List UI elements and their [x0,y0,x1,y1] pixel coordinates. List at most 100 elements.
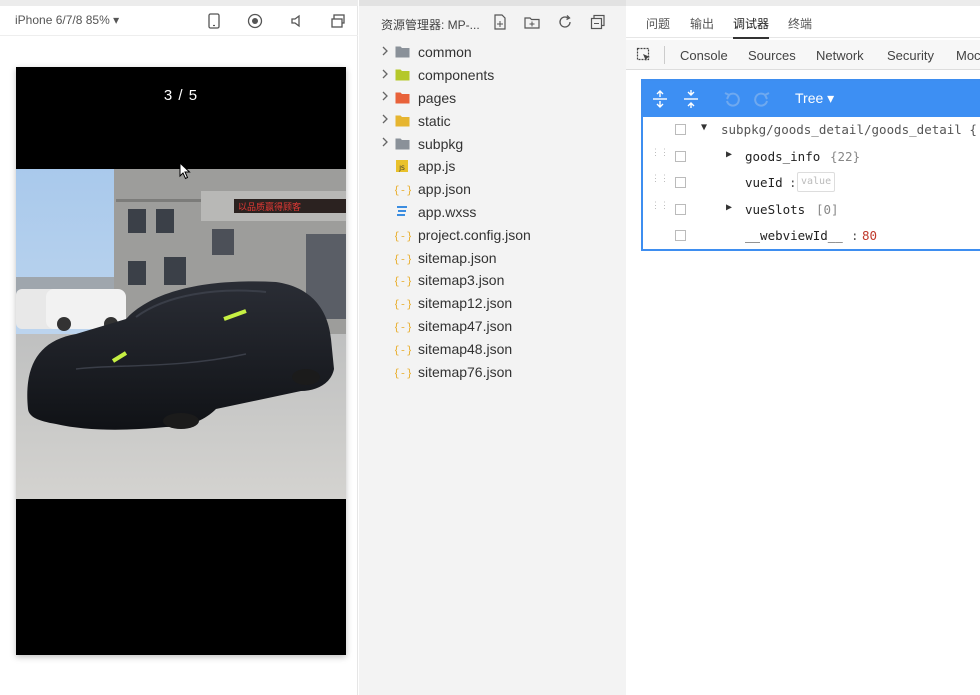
file-item[interactable]: {-} sitemap76.json [359,360,626,383]
json-file-icon: {-} [393,365,413,379]
appdata-row[interactable]: ⋮⋮ ▶ goods_info {22} [643,144,980,171]
mouse-cursor-icon [179,161,191,185]
file-item[interactable]: {-} sitemap3.json [359,269,626,292]
file-item[interactable]: {-} sitemap12.json [359,292,626,315]
json-file-icon: {-} [393,251,413,265]
tab-security[interactable]: Security [887,48,934,63]
tab-sources[interactable]: Sources [748,48,796,63]
file-item[interactable]: JS app.js [359,155,626,178]
appdata-row[interactable]: ⋮⋮ ▶ vueSlots [0] [643,197,980,224]
file-item[interactable]: {-} app.json [359,178,626,201]
tab-problems[interactable]: 问题 [646,15,670,32]
phone-icon[interactable] [205,12,223,30]
row-checkbox[interactable] [675,230,686,241]
tab-terminal[interactable]: 终端 [788,15,812,32]
file-tree: common components pages static subpkg JS app.j… [359,41,626,383]
view-mode-select[interactable]: Tree ▾ [795,90,834,107]
folder-icon [395,45,411,59]
collapse-all-icon[interactable] [682,89,700,109]
svg-text:{-}: {-} [395,320,411,333]
folder-item[interactable]: subpkg [359,132,626,155]
file-item[interactable]: {-} sitemap.json [359,246,626,269]
tab-output[interactable]: 输出 [690,15,714,32]
svg-text:{-}: {-} [395,366,411,379]
redo-icon[interactable] [753,89,771,109]
appdata-root-row[interactable]: ▼ subpkg/goods_detail/goods_detail { [643,117,980,144]
file-name: sitemap.json [418,249,497,266]
tab-console[interactable]: Console [680,48,728,63]
file-name: app.wxss [418,203,477,220]
file-name: components [418,67,495,84]
field-key: goods_info [745,148,821,164]
chevron-right-icon[interactable] [381,137,391,150]
drag-handle-icon[interactable]: ⋮⋮ [651,175,669,189]
new-folder-icon[interactable] [524,14,540,30]
folder-icon [395,68,411,82]
field-key: __webviewId__ [745,228,843,243]
file-name: subpkg [418,135,464,152]
folder-icon [395,91,411,105]
chevron-right-icon[interactable] [381,114,391,127]
json-file-icon: {-} [393,342,413,356]
product-image[interactable]: 以品质赢得顾客 [16,169,346,499]
tab-network[interactable]: Network [816,48,864,63]
file-name: app.js [418,158,456,175]
json-file-icon: {-} [393,228,413,242]
json-file-icon: {-} [393,273,413,288]
appdata-row[interactable]: __webviewId__ : 80 [643,223,980,250]
json-file-icon: {-} [393,182,413,197]
expand-triangle-icon[interactable]: ▶ [726,149,732,160]
folder-icon [395,137,411,151]
collapse-triangle-icon[interactable]: ▼ [701,122,707,133]
new-file-icon[interactable] [492,14,508,30]
volume-icon[interactable] [288,12,306,30]
explorer-title: 资源管理器: MP-... [381,18,480,32]
field-value: {22} [830,148,861,164]
file-name: common [418,44,472,61]
svg-text:{-}: {-} [395,229,411,242]
expand-triangle-icon[interactable]: ▶ [726,202,732,213]
folder-item[interactable]: common [359,41,626,64]
chevron-right-icon[interactable] [381,69,391,82]
devtools-tabbar: Console Sources Network Security Moc [626,40,980,70]
explorer-top-strip [359,0,626,6]
expand-all-icon[interactable] [651,89,669,109]
row-checkbox[interactable] [675,203,686,215]
explorer-header: 资源管理器: MP-... [359,8,626,36]
row-checkbox[interactable] [675,177,686,188]
svg-text:{-}: {-} [395,184,411,197]
file-item[interactable]: {-} project.config.json [359,223,626,246]
refresh-icon[interactable] [557,14,573,30]
row-checkbox[interactable] [675,150,686,162]
simulator-toolbar: iPhone 6/7/8 85% ▾ [0,6,358,36]
tab-mock[interactable]: Moc [956,48,980,63]
appdata-toolbar: Tree ▾ [643,81,980,117]
file-name: app.json [418,181,471,198]
file-name: project.config.json [418,226,531,243]
file-item[interactable]: {-} sitemap48.json [359,337,626,360]
drag-handle-icon[interactable]: ⋮⋮ [651,201,669,216]
js-file-icon: JS [395,159,411,173]
collapse-icon[interactable] [590,14,606,30]
row-checkbox[interactable] [675,124,686,135]
folder-item[interactable]: static [359,109,626,132]
file-name: sitemap12.json [418,295,513,312]
inspect-element-icon[interactable] [636,47,652,63]
record-icon[interactable] [246,12,264,30]
file-name: static [418,112,451,129]
window-icon[interactable] [329,12,347,30]
folder-item[interactable]: components [359,64,626,87]
value-input[interactable]: value [797,172,836,192]
device-select[interactable]: iPhone 6/7/8 85% ▾ [15,13,119,27]
file-item[interactable]: app.wxss [359,201,626,224]
folder-item[interactable]: pages [359,87,626,110]
drag-handle-icon[interactable]: ⋮⋮ [651,148,669,163]
appdata-row[interactable]: ⋮⋮ vueId : value [643,170,980,197]
field-colon: : [851,228,859,243]
svg-text:{-}: {-} [395,343,411,356]
file-item[interactable]: {-} sitemap47.json [359,315,626,338]
undo-icon[interactable] [723,89,741,109]
chevron-right-icon[interactable] [381,46,391,59]
tab-debugger[interactable]: 调试器 [733,15,770,39]
chevron-right-icon[interactable] [381,91,391,104]
